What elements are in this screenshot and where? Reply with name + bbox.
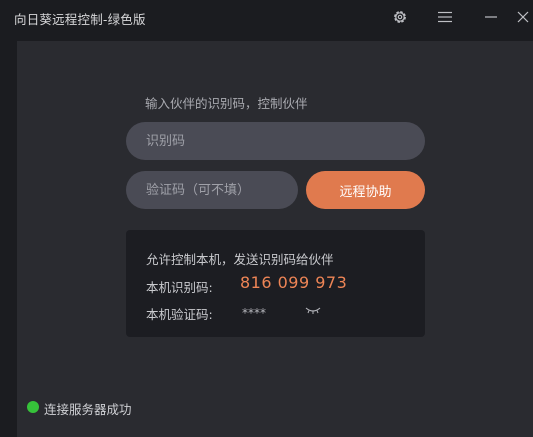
main-content: 输入伙伴的识别码，控制伙伴 远程协助 允许控制本机，发送识别码给伙伴 本机识别码… bbox=[17, 41, 533, 437]
status-text: 连接服务器成功 bbox=[44, 402, 132, 417]
status-indicator-dot bbox=[27, 401, 39, 413]
eye-closed-icon bbox=[305, 307, 321, 314]
partner-prompt-label: 输入伙伴的识别码，控制伙伴 bbox=[145, 96, 308, 111]
local-id-value: 816 099 973 bbox=[240, 273, 348, 292]
hamburger-menu-icon bbox=[438, 11, 452, 23]
minimize-icon bbox=[485, 16, 497, 18]
local-id-label: 本机识别码: bbox=[146, 280, 213, 295]
settings-button[interactable] bbox=[388, 5, 412, 29]
minimize-button[interactable] bbox=[479, 5, 503, 29]
verification-code-input[interactable] bbox=[126, 171, 298, 209]
local-panel-title: 允许控制本机，发送识别码给伙伴 bbox=[146, 252, 334, 267]
status-bar: 连接服务器成功 bbox=[17, 395, 533, 421]
title-bar: 向日葵远程控制-绿色版 bbox=[0, 0, 533, 36]
gear-icon bbox=[394, 11, 406, 23]
app-title: 向日葵远程控制-绿色版 bbox=[14, 12, 146, 27]
close-button[interactable] bbox=[513, 5, 533, 29]
partner-id-input[interactable] bbox=[126, 122, 425, 160]
local-code-label: 本机验证码: bbox=[146, 307, 213, 322]
local-device-panel: 允许控制本机，发送识别码给伙伴 本机识别码: 816 099 973 本机验证码… bbox=[126, 230, 425, 337]
local-code-value: **** bbox=[242, 306, 266, 320]
app-window: 向日葵远程控制-绿色版 输入伙伴的识别码，控制伙伴 识别码 验证码（可不填） 远… bbox=[0, 0, 533, 437]
show-code-toggle[interactable] bbox=[304, 302, 322, 318]
menu-button[interactable] bbox=[433, 5, 457, 29]
remote-assist-button[interactable]: 远程协助 bbox=[306, 171, 425, 209]
close-icon bbox=[517, 11, 529, 23]
